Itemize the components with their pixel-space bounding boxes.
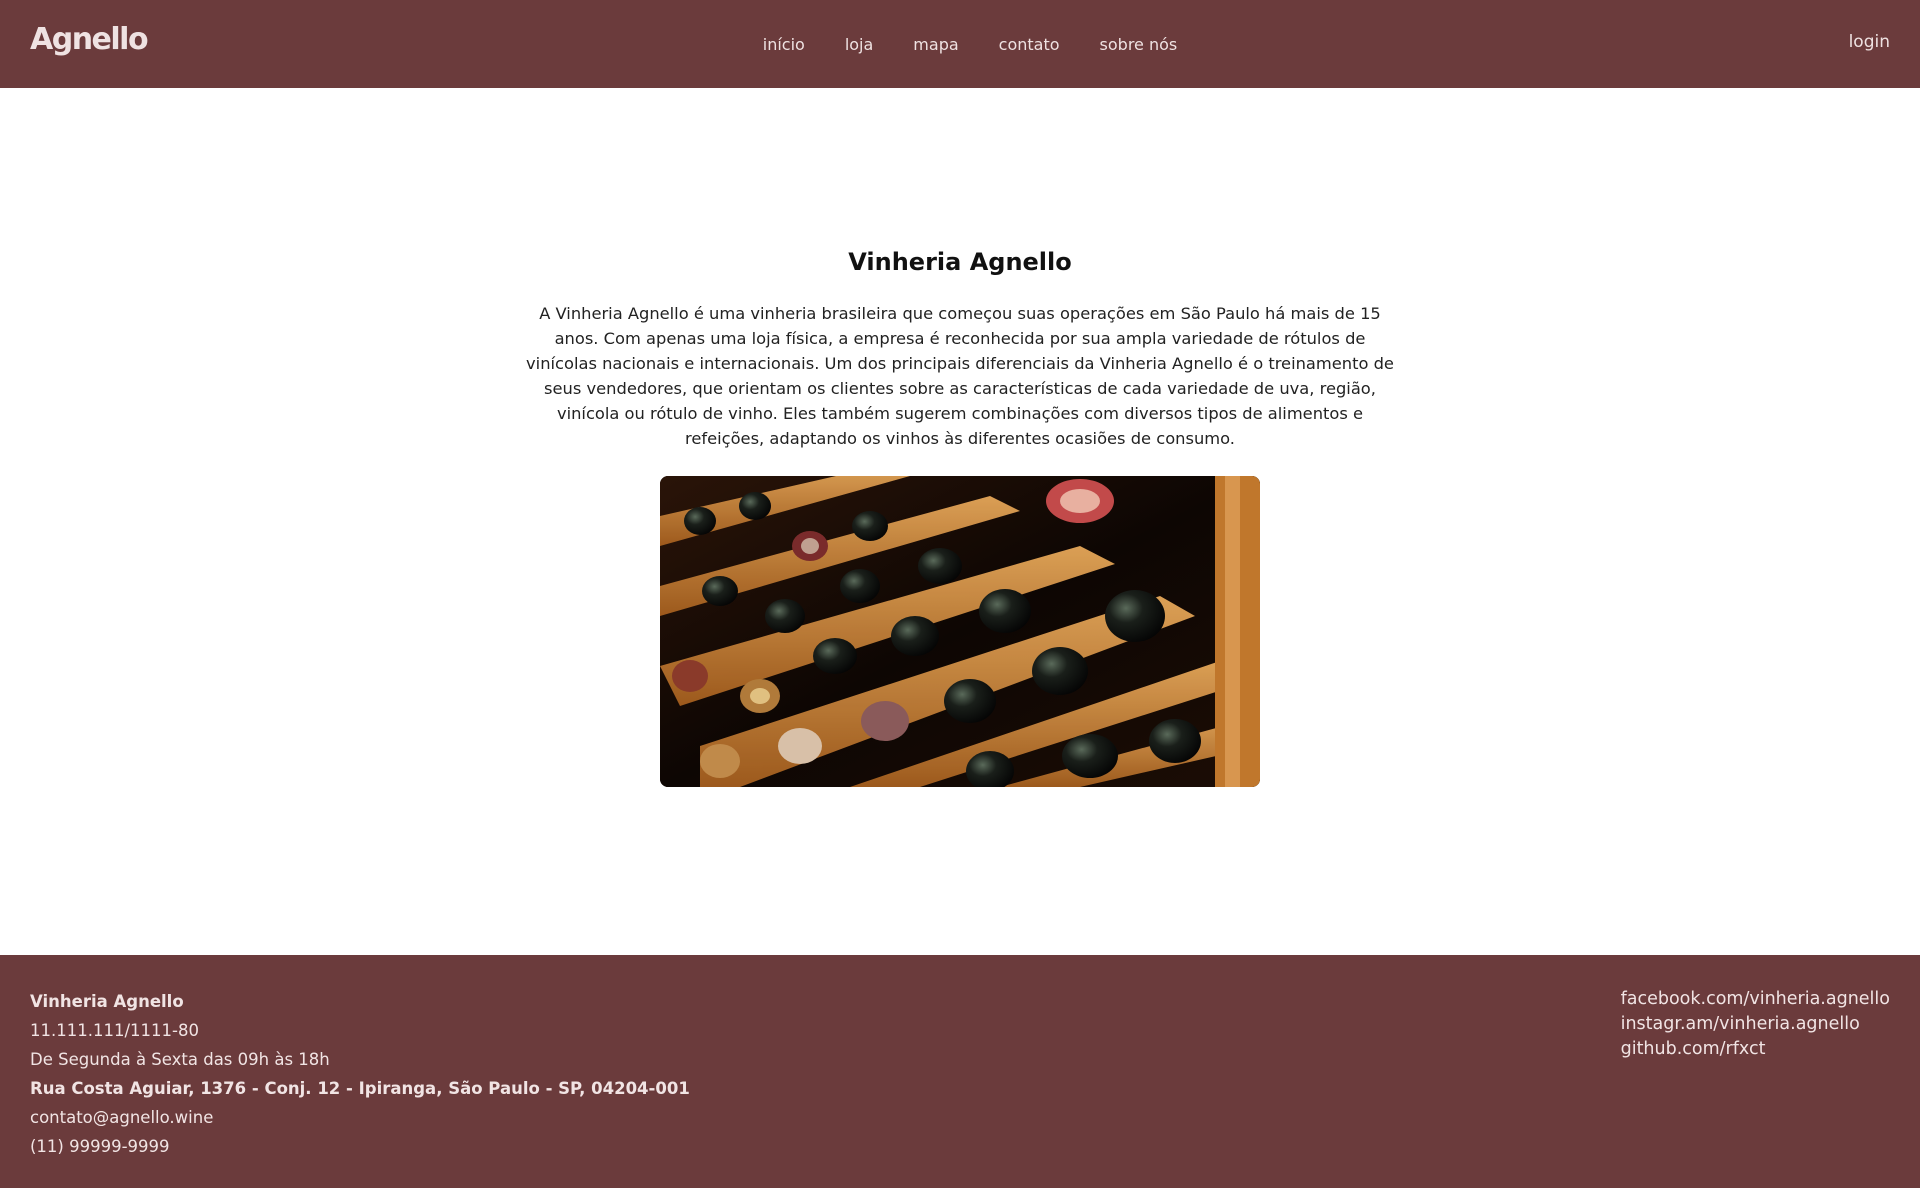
about-title: Vinheria Agnello xyxy=(848,248,1072,276)
footer: Vinheria Agnello 11.111.111/1111-80 De S… xyxy=(0,955,1920,1188)
footer-contact-info: Vinheria Agnello 11.111.111/1111-80 De S… xyxy=(30,987,690,1161)
footer-cnpj: 11.111.111/1111-80 xyxy=(30,1021,199,1040)
nav-loja[interactable]: loja xyxy=(845,35,873,54)
footer-social-links: facebook.com/vinheria.agnello instagr.am… xyxy=(1621,987,1890,1062)
footer-company-name: Vinheria Agnello xyxy=(30,992,184,1011)
nav-sobre-nos[interactable]: sobre nós xyxy=(1100,35,1178,54)
login-link[interactable]: login xyxy=(1849,32,1890,52)
footer-address: Rua Costa Aguiar, 1376 - Conj. 12 - Ipir… xyxy=(30,1079,690,1098)
footer-email[interactable]: contato@agnello.wine xyxy=(30,1103,690,1132)
nav-inicio[interactable]: início xyxy=(763,35,805,54)
logo[interactable]: Agnello xyxy=(30,22,149,57)
wine-rack-image xyxy=(660,476,1260,787)
main-nav: início loja mapa contato sobre nós xyxy=(0,0,1920,88)
instagram-link[interactable]: instagr.am/vinheria.agnello xyxy=(1621,1012,1890,1037)
facebook-link[interactable]: facebook.com/vinheria.agnello xyxy=(1621,987,1890,1012)
nav-mapa[interactable]: mapa xyxy=(913,35,958,54)
github-link[interactable]: github.com/rfxct xyxy=(1621,1037,1890,1062)
top-navbar: Agnello início loja mapa contato sobre n… xyxy=(0,0,1920,88)
nav-contato[interactable]: contato xyxy=(999,35,1060,54)
footer-hours: De Segunda à Sexta das 09h às 18h xyxy=(30,1050,330,1069)
footer-phone: (11) 99999-9999 xyxy=(30,1137,170,1156)
about-description: A Vinheria Agnello é uma vinheria brasil… xyxy=(526,304,1394,448)
about-section: Vinheria Agnello A Vinheria Agnello é um… xyxy=(0,88,1920,955)
